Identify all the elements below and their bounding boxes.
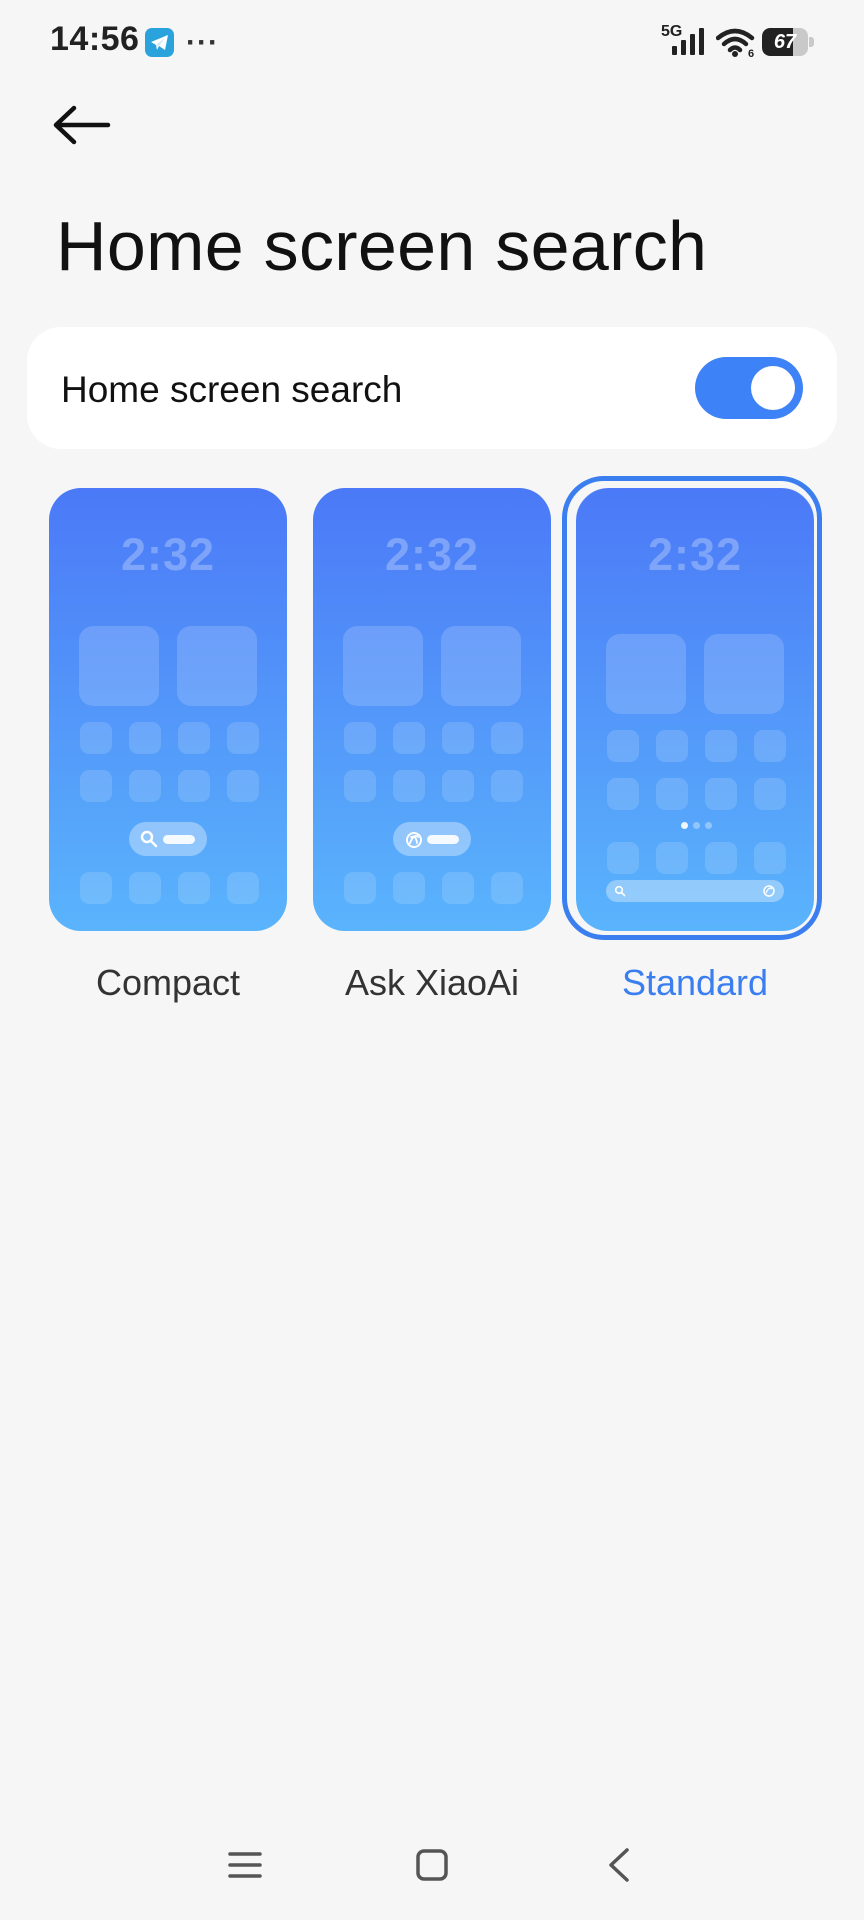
nav-back-button[interactable] (584, 1830, 654, 1900)
toggle-knob (751, 366, 795, 410)
xiaoai-icon (406, 832, 422, 848)
battery-level-text: 67 (773, 31, 797, 53)
more-icon: ··· (186, 26, 219, 59)
ask-xiaoai-preview: 2:32 (313, 488, 551, 931)
preview-clock: 2:32 (647, 529, 743, 580)
telegram-icon (145, 28, 174, 57)
page-title: Home screen search (56, 207, 708, 285)
arrow-left-icon (53, 105, 111, 145)
option-label-standard: Standard (621, 962, 769, 1003)
xiaoai-search-pill (393, 822, 471, 856)
status-time: 14:56 (50, 20, 140, 58)
toggle-label: Home screen search (61, 369, 403, 410)
home-icon (416, 1849, 448, 1881)
wifi-icon: 6 (716, 28, 755, 58)
signal-icon (672, 28, 704, 55)
home-button[interactable] (397, 1830, 467, 1900)
standard-preview: 2:32 (576, 488, 814, 931)
search-icon (140, 830, 158, 848)
status-bar: 14:56 ··· 5G 6 67 (0, 0, 864, 84)
compact-search-pill (129, 822, 207, 856)
back-button[interactable] (52, 100, 122, 160)
compact-preview: 2:32 (49, 488, 287, 931)
preview-clock: 2:32 (384, 529, 480, 580)
back-icon (609, 1848, 629, 1882)
battery-icon: 67 (762, 28, 814, 56)
option-label-compact: Compact (95, 962, 241, 1003)
search-icon (614, 885, 626, 897)
preview-clock: 2:32 (120, 529, 216, 580)
menu-button[interactable] (210, 1830, 280, 1900)
menu-icon (228, 1852, 262, 1878)
option-label-ask-xiaoai: Ask XiaoAi (344, 962, 520, 1003)
svg-text:6: 6 (748, 48, 754, 58)
navigation-bar (0, 1830, 864, 1900)
home-screen-search-row[interactable]: Home screen search (27, 327, 837, 449)
home-screen-search-toggle[interactable] (695, 357, 803, 419)
standard-search-bar (606, 880, 784, 902)
xiaoai-icon (763, 885, 775, 897)
